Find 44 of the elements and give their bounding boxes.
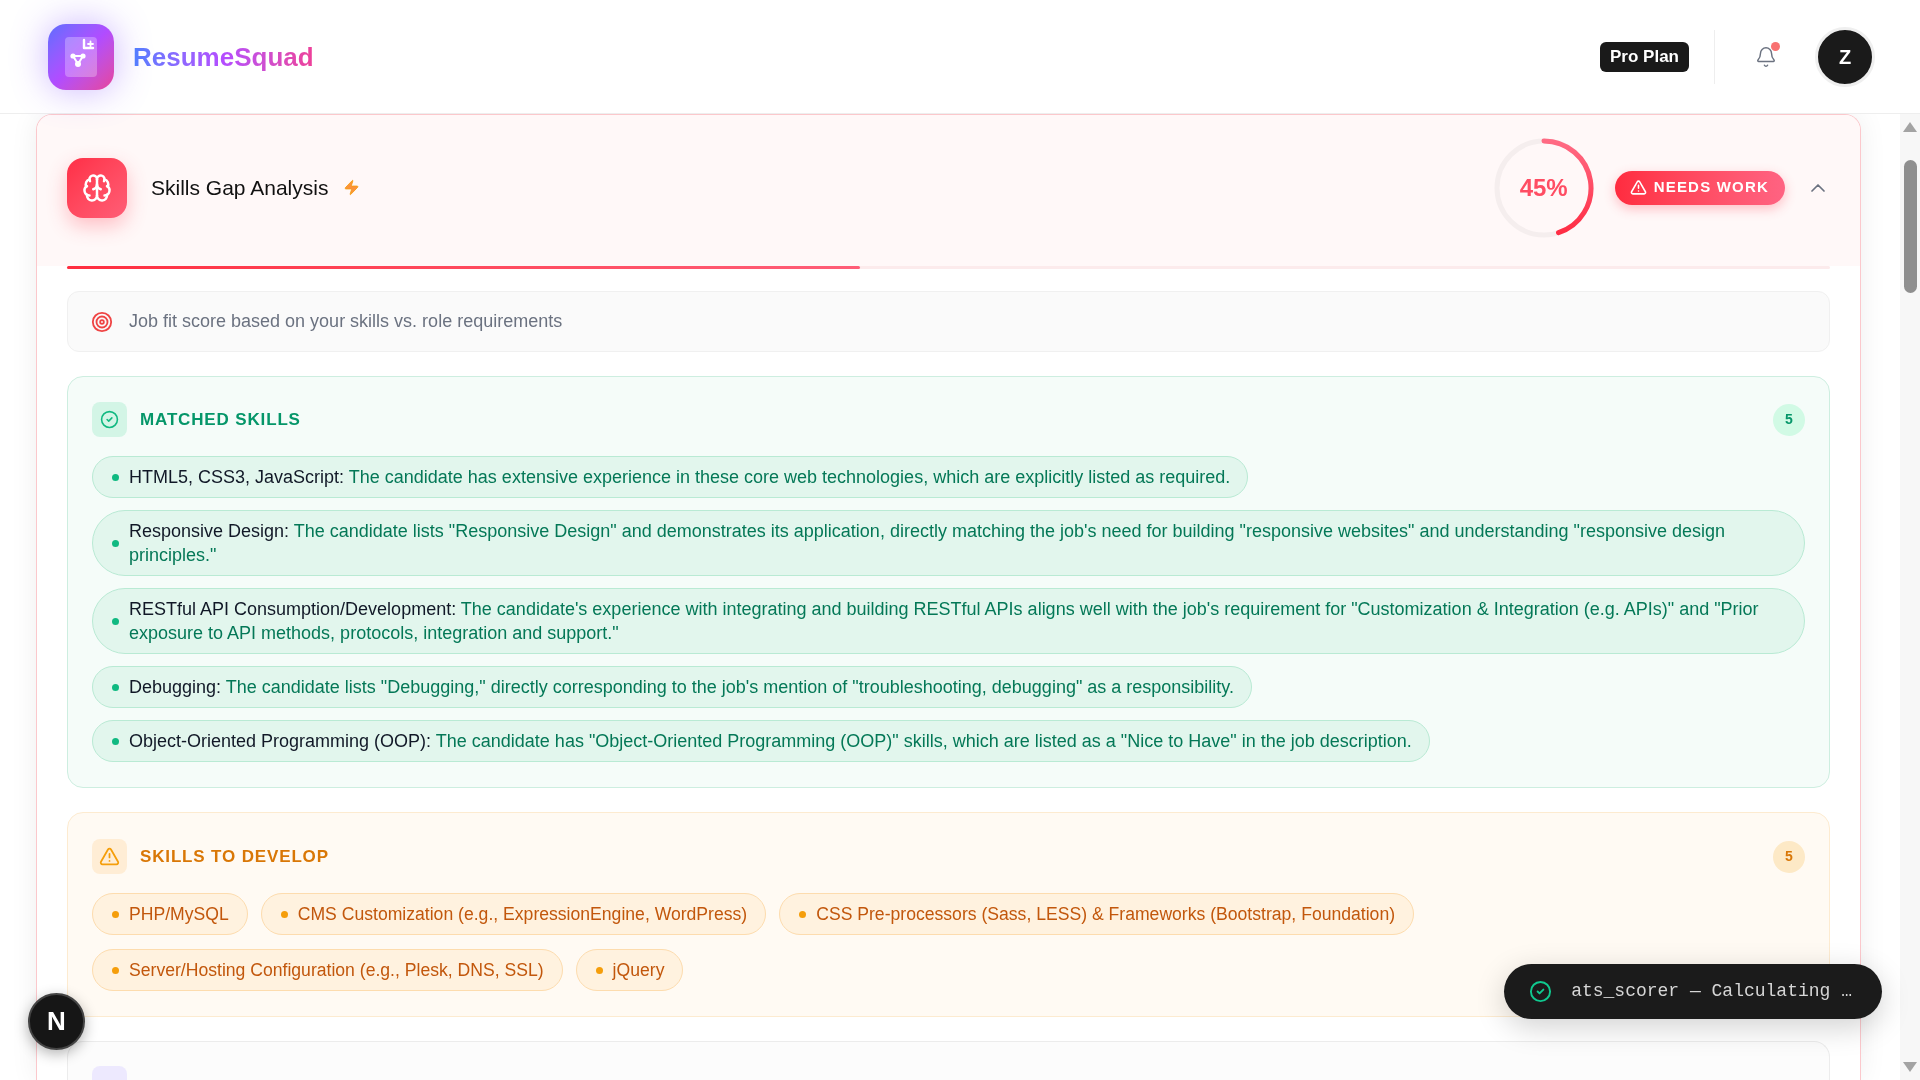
count-badge: 5: [1773, 840, 1805, 873]
skill-name: jQuery: [612, 959, 665, 982]
skill-name: CSS Pre-processors (Sass, LESS) & Frameworks (Bootstrap, Foundation): [816, 903, 1396, 926]
skill-name: PHP/MySQL: [129, 903, 229, 926]
bullet-icon: [112, 683, 119, 691]
section-title: MATCHED SKILLS: [140, 408, 301, 431]
card-title: Skills Gap Analysis: [151, 174, 329, 201]
bullet-icon: [112, 539, 119, 547]
logo-icon[interactable]: [48, 23, 114, 90]
bullet-icon: [799, 910, 807, 918]
skill-description: HTML5, CSS3, JavaScript: The candidate has extensive experience in these core web technologies, which are explicitly listed as required.: [129, 466, 1231, 489]
check-circle-icon: [1529, 980, 1553, 1003]
lightning-icon: [343, 179, 361, 196]
count-badge: 5: [1773, 403, 1805, 436]
skill-name: Server/Hosting Configuration (e.g., Plesk, DNS, SSL): [129, 959, 544, 982]
status-label: NEEDS WORK: [1653, 177, 1769, 198]
avatar-button[interactable]: Z: [1815, 26, 1875, 87]
warning-icon: [1629, 179, 1647, 196]
scroll-up-icon[interactable]: [1903, 122, 1917, 132]
notifications-button[interactable]: [1754, 44, 1778, 69]
bell-icon: [1755, 45, 1777, 68]
info-text: Job fit score based on your skills vs. role requirements: [129, 310, 563, 333]
brain-icon: [67, 157, 127, 218]
skill-description: Responsive Design: The candidate lists "Responsive Design" and demonstrates its application, directly matching the job's need for building "responsive websites" and understanding "responsive design principles.": [129, 520, 1726, 567]
warning-icon: [92, 839, 127, 874]
skill-description: RESTful API Consumption/Development: The candidate's experience with integrating and building RESTful APIs aligns well with the job's requirement for "Customization & Integration (e.g. APIs)" and "Prior exposure to API methods, protocols, integration and support.": [129, 598, 1760, 645]
skill-description: Object-Oriented Programming (OOP): The candidate has "Object-Oriented Programming (OOP)" skills, which are listed as a "Nice to Have" in the job description.: [129, 730, 1412, 753]
section-title: SKILLS TO DEVELOP: [140, 845, 329, 868]
toast-message: ats_scorer — Calculating …: [1571, 980, 1852, 1003]
bullet-icon: [280, 910, 288, 918]
bullet-icon: [112, 617, 119, 625]
score-value: 45%: [1519, 173, 1568, 202]
scroll-down-icon[interactable]: [1903, 1062, 1917, 1072]
skill-name: CMS Customization (e.g., ExpressionEngine, WordPress): [297, 903, 748, 926]
bullet-icon: [112, 910, 119, 918]
skill-description: Debugging: The candidate lists "Debugging," directly corresponding to the job's mention of "troubleshooting, debugging" as a responsibility.: [129, 676, 1235, 699]
target-icon: [91, 310, 113, 333]
chevron-up-icon: [1811, 183, 1825, 192]
bullet-icon: [595, 966, 603, 974]
bullet-icon: [112, 737, 119, 745]
bullet-icon: [112, 966, 119, 974]
scrollbar-thumb[interactable]: [1903, 160, 1917, 293]
bullet-icon: [112, 473, 119, 481]
plan-badge: Pro Plan: [1600, 41, 1689, 72]
